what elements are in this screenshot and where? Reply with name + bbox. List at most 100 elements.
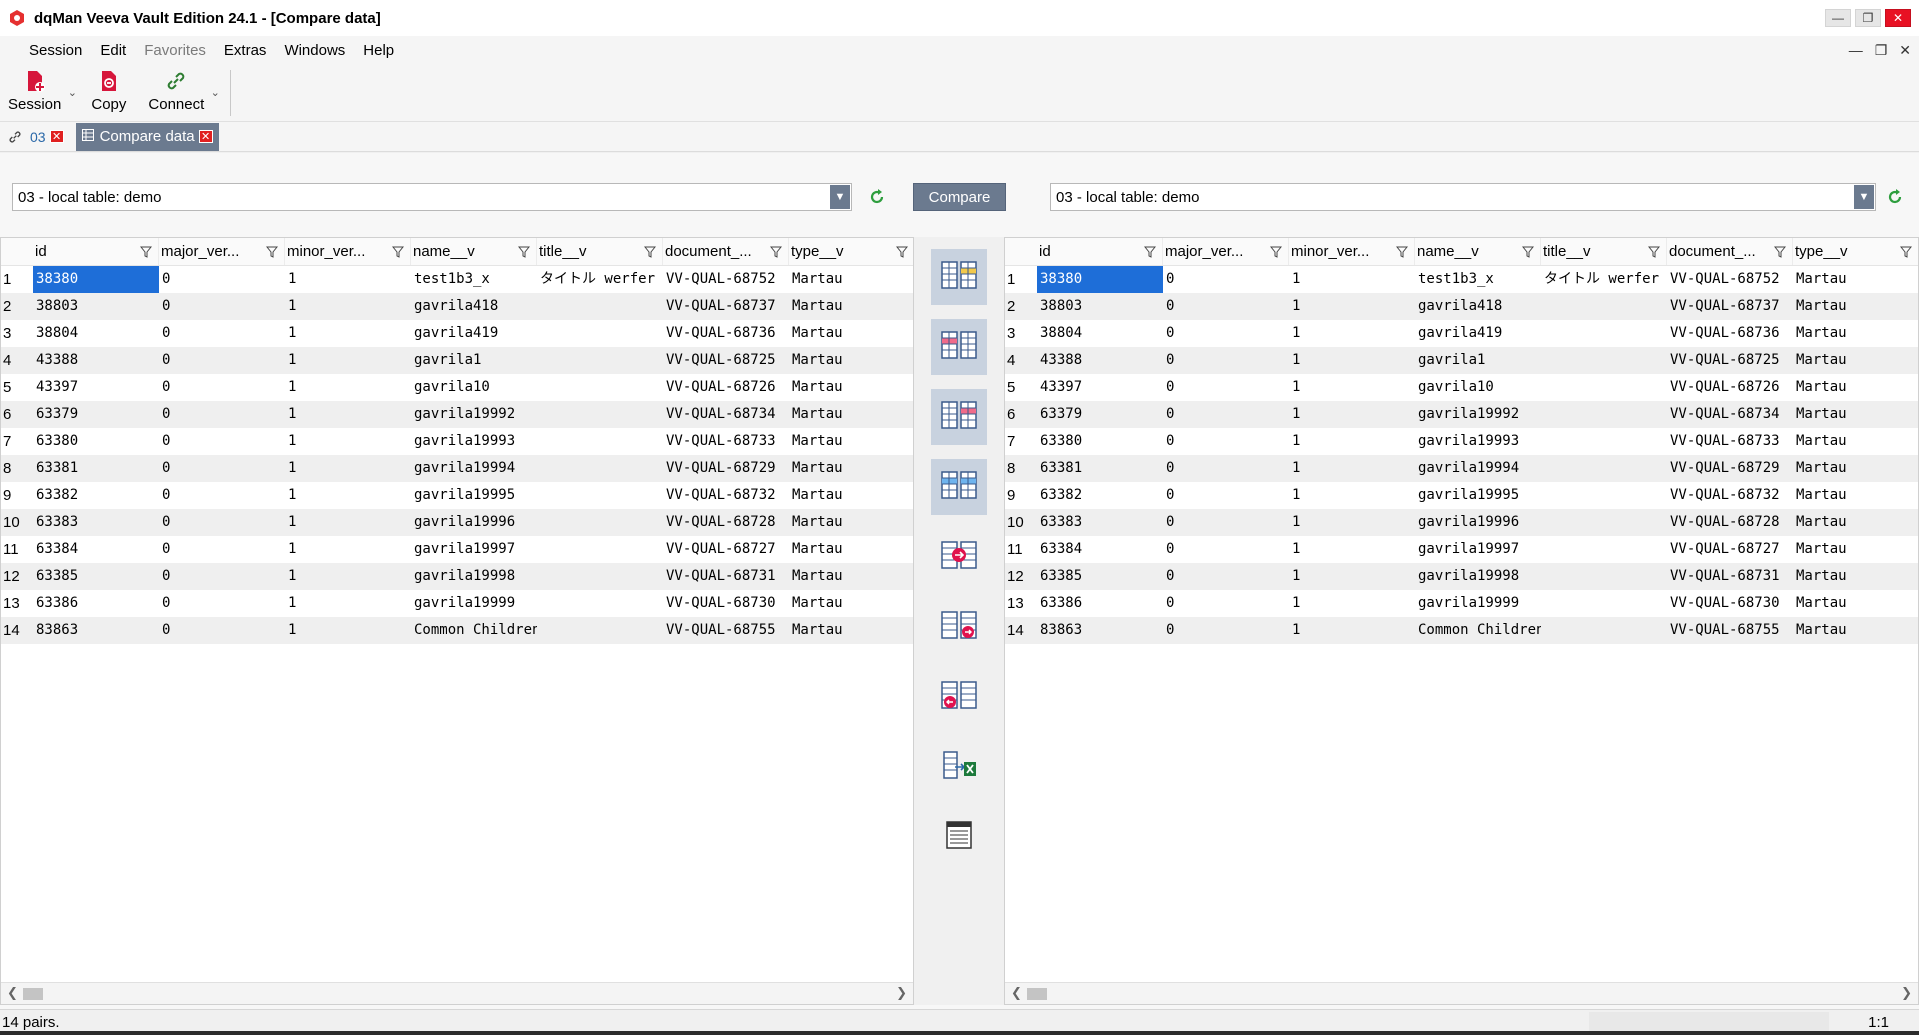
table-cell[interactable]: 63380 [1037,428,1163,455]
table-row[interactable]: 8 63381 0 1 gavrila19994 VV-QUAL-68729 Martau [1,455,913,482]
table-cell[interactable]: 1 [1289,401,1415,428]
table-cell[interactable]: Martau [789,563,913,590]
scroll-thumb[interactable] [23,988,43,1000]
table-row[interactable]: 9 63382 0 1 gavrila19995 VV-QUAL-68732 Martau [1,482,913,509]
table-cell[interactable]: VV-QUAL-68731 [663,563,789,590]
table-cell[interactable]: Martau [789,590,913,617]
table-cell[interactable]: Martau [789,617,913,644]
table-cell[interactable]: 0 [1163,617,1289,644]
table-cell[interactable]: gavrila19995 [1415,482,1541,509]
table-cell[interactable]: 0 [159,347,285,374]
table-cell[interactable]: gavrila19996 [1415,509,1541,536]
table-cell[interactable]: 1 [285,536,411,563]
table-cell[interactable]: 1 [285,320,411,347]
table-cell[interactable] [1541,563,1667,590]
table-cell[interactable]: Martau [789,401,913,428]
table-cell[interactable]: Martau [1793,347,1918,374]
filter-icon[interactable] [896,246,908,258]
left-column-header[interactable]: minor_ver... [285,238,411,265]
table-cell[interactable]: 0 [1163,563,1289,590]
table-cell[interactable]: 0 [1163,590,1289,617]
table-cell[interactable]: 38380 [33,266,159,293]
filter-icon[interactable] [1396,246,1408,258]
session-dropdown-icon[interactable]: ⌄ [65,64,79,120]
table-cell[interactable]: test1b3_x [411,266,537,293]
table-row[interactable]: 4 43388 0 1 gavrila1 VV-QUAL-68725 Martau [1,347,913,374]
table-cell[interactable]: Martau [789,374,913,401]
table-cell[interactable]: Martau [1793,374,1918,401]
equal-rows-button[interactable] [931,459,987,515]
table-cell[interactable]: VV-QUAL-68752 [663,266,789,293]
table-cell[interactable]: gavrila1 [1415,347,1541,374]
table-cell[interactable]: 63382 [33,482,159,509]
filter-icon[interactable] [1648,246,1660,258]
table-row[interactable]: 3 38804 0 1 gavrila419 VV-QUAL-68736 Martau [1005,320,1918,347]
table-row[interactable]: 11 63384 0 1 gavrila19997 VV-QUAL-68727 Martau [1,536,913,563]
table-cell[interactable]: Common Children [1415,617,1541,644]
table-cell[interactable]: Martau [1793,428,1918,455]
table-cell[interactable]: gavrila19992 [411,401,537,428]
table-row[interactable]: 14 83863 0 1 Common Children VV-QUAL-68755 Mar… [1,617,913,644]
table-cell[interactable]: gavrila10 [411,374,537,401]
table-cell[interactable] [1541,401,1667,428]
table-cell[interactable]: 1 [1289,293,1415,320]
table-cell[interactable]: 1 [285,293,411,320]
close-button[interactable]: ✕ [1885,9,1911,27]
filter-icon[interactable] [1774,246,1786,258]
right-column-header[interactable]: major_ver... [1163,238,1289,265]
table-cell[interactable]: 0 [1163,509,1289,536]
table-cell[interactable]: gavrila19997 [1415,536,1541,563]
table-cell[interactable]: 63380 [33,428,159,455]
table-cell[interactable] [1541,320,1667,347]
table-cell[interactable]: 63386 [33,590,159,617]
table-cell[interactable]: 1 [285,401,411,428]
table-cell[interactable]: 1 [285,266,411,293]
table-cell[interactable]: 43397 [1037,374,1163,401]
table-cell[interactable]: Martau [1793,617,1918,644]
table-row[interactable]: 2 38803 0 1 gavrila418 VV-QUAL-68737 Martau [1,293,913,320]
table-row[interactable]: 12 63385 0 1 gavrila19998 VV-QUAL-68731 Martau [1005,563,1918,590]
table-cell[interactable]: Martau [789,455,913,482]
table-cell[interactable]: test1b3_x [1415,266,1541,293]
table-cell[interactable]: 0 [1163,266,1289,293]
filter-icon[interactable] [1270,246,1282,258]
table-cell[interactable]: 0 [159,455,285,482]
compare-all-button[interactable] [931,249,987,305]
tab-compare-data[interactable]: Compare data ✕ [75,122,219,151]
scroll-thumb[interactable] [1027,988,1047,1000]
left-column-header[interactable]: title__v [537,238,663,265]
mdi-minimize-button[interactable]: — [1849,42,1863,59]
menu-favorites[interactable]: Favorites [135,42,215,59]
table-cell[interactable] [537,320,663,347]
right-source-select[interactable]: 03 - local table: demo ▼ [1050,183,1876,211]
filter-icon[interactable] [1522,246,1534,258]
connect-dropdown-icon[interactable]: ⌄ [208,64,222,120]
table-cell[interactable]: 1 [285,482,411,509]
table-cell[interactable]: VV-QUAL-68733 [663,428,789,455]
left-column-header[interactable]: type__v [789,238,913,265]
scroll-right-icon[interactable]: ❯ [896,985,907,1001]
table-cell[interactable]: Martau [789,536,913,563]
left-source-select[interactable]: 03 - local table: demo ▼ [12,183,852,211]
table-row[interactable]: 12 63385 0 1 gavrila19998 VV-QUAL-68731 Martau [1,563,913,590]
compare-button[interactable]: Compare [913,183,1006,211]
table-cell[interactable]: 1 [285,617,411,644]
table-cell[interactable]: 1 [1289,347,1415,374]
menu-windows[interactable]: Windows [275,42,354,59]
right-column-header[interactable]: title__v [1541,238,1667,265]
table-cell[interactable]: gavrila10 [1415,374,1541,401]
table-cell[interactable]: Martau [1793,536,1918,563]
table-cell[interactable]: 1 [1289,320,1415,347]
table-row[interactable]: 1 38380 0 1 test1b3_x タイトル werfer VV-QUAL-6875… [1005,266,1918,293]
sync-differences-button[interactable] [931,529,987,585]
table-cell[interactable]: 38804 [33,320,159,347]
table-cell[interactable]: 63384 [33,536,159,563]
table-row[interactable]: 5 43397 0 1 gavrila10 VV-QUAL-68726 Martau [1,374,913,401]
table-cell[interactable]: 1 [285,455,411,482]
table-cell[interactable]: 0 [1163,455,1289,482]
table-cell[interactable]: gavrila19998 [1415,563,1541,590]
left-grid[interactable]: id major_ver... minor_ver... name__v title__… [0,237,914,1005]
table-cell[interactable]: VV-QUAL-68728 [1667,509,1793,536]
mdi-close-button[interactable]: ✕ [1899,42,1911,59]
right-column-header[interactable]: name__v [1415,238,1541,265]
